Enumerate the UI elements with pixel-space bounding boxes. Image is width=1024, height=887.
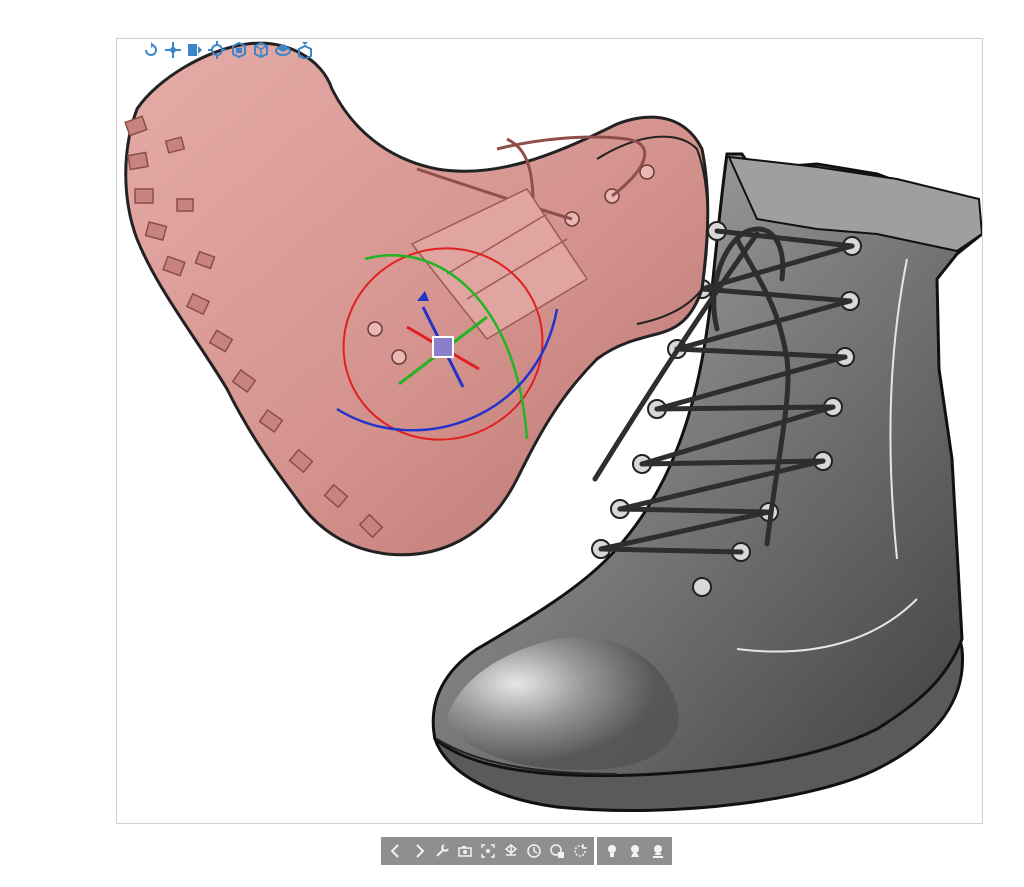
next-button[interactable] bbox=[408, 839, 429, 863]
rotate-view-button[interactable] bbox=[141, 40, 161, 60]
front-view-icon bbox=[232, 41, 246, 59]
clock-icon bbox=[526, 844, 541, 858]
orbit-view-button[interactable] bbox=[273, 40, 293, 60]
snapshot-icon bbox=[549, 844, 564, 858]
select-box-button[interactable] bbox=[477, 839, 498, 863]
bottom-toolbar bbox=[381, 837, 672, 865]
top-view-icon bbox=[298, 42, 312, 59]
pan-view-icon bbox=[165, 42, 181, 58]
measure-button[interactable] bbox=[500, 839, 521, 863]
rotate-view-icon bbox=[145, 42, 157, 56]
light-1-button[interactable] bbox=[601, 839, 622, 863]
gizmo-center-handle[interactable] bbox=[432, 336, 454, 358]
history-button[interactable] bbox=[523, 839, 544, 863]
fit-view-icon bbox=[208, 41, 226, 59]
light-2-button[interactable] bbox=[624, 839, 645, 863]
settings-button[interactable] bbox=[431, 839, 452, 863]
model-scene[interactable] bbox=[117, 39, 982, 823]
front-view-button[interactable] bbox=[229, 40, 249, 60]
rotate-icon bbox=[573, 844, 587, 857]
previous-button[interactable] bbox=[385, 839, 406, 863]
orbit-view-icon bbox=[275, 44, 291, 56]
previous-icon bbox=[390, 844, 399, 858]
iso-view-icon bbox=[254, 41, 268, 59]
3d-viewport[interactable] bbox=[116, 38, 983, 824]
camera-icon bbox=[457, 846, 472, 857]
view-toolbar bbox=[141, 40, 315, 60]
select-box-icon bbox=[480, 844, 495, 858]
camera-button[interactable] bbox=[454, 839, 475, 863]
light-3-button[interactable] bbox=[647, 839, 668, 863]
zoom-view-icon bbox=[188, 44, 202, 56]
next-icon bbox=[415, 844, 424, 858]
selected-boot-model[interactable] bbox=[124, 41, 710, 557]
top-view-button[interactable] bbox=[295, 40, 315, 60]
light-3-icon bbox=[652, 845, 663, 858]
iso-view-button[interactable] bbox=[251, 40, 271, 60]
light-1-icon bbox=[607, 845, 616, 857]
zoom-view-button[interactable] bbox=[185, 40, 205, 60]
pan-view-button[interactable] bbox=[163, 40, 183, 60]
wrench-icon bbox=[435, 844, 449, 857]
fit-view-button[interactable] bbox=[207, 40, 227, 60]
snapshot-button[interactable] bbox=[546, 839, 567, 863]
measure-icon bbox=[504, 844, 517, 856]
toolbar-group-main bbox=[381, 837, 594, 865]
rotate-button[interactable] bbox=[569, 839, 590, 863]
light-2-icon bbox=[630, 845, 639, 857]
toolbar-group-lights bbox=[597, 837, 672, 865]
